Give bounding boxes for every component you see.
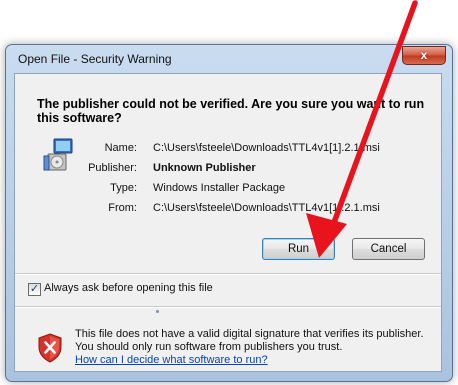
warning-message: This file does not have a valid digital … [75, 328, 425, 367]
always-ask-checkbox[interactable]: ✓ [28, 283, 41, 296]
always-ask-label[interactable]: Always ask before opening this file [44, 282, 213, 294]
from-label: From: [108, 202, 137, 214]
divider [15, 306, 441, 308]
window-title: Open File - Security Warning [18, 52, 172, 66]
type-label: Type: [110, 182, 137, 194]
focus-dot [156, 310, 159, 313]
close-button[interactable]: x [402, 46, 446, 65]
close-icon: x [420, 48, 428, 62]
divider [15, 273, 441, 275]
help-link[interactable]: How can I decide what software to run? [75, 354, 268, 366]
warning-heading: The publisher could not be verified. Are… [37, 97, 425, 125]
name-value: C:\Users\fsteele\Downloads\TTL4v1[1].2.1… [153, 142, 380, 154]
from-value: C:\Users\fsteele\Downloads\TTL4v1[1].2.1… [153, 202, 380, 214]
publisher-value: Unknown Publisher [153, 162, 256, 174]
publisher-label: Publisher: [88, 162, 137, 174]
title-bar[interactable]: Open File - Security Warning x [6, 45, 452, 73]
type-value: Windows Installer Package [153, 182, 286, 194]
shield-warning-icon [38, 333, 62, 363]
warning-text: This file does not have a valid digital … [75, 328, 424, 353]
cancel-button[interactable]: Cancel [352, 238, 425, 260]
security-warning-dialog: Open File - Security Warning x The publi… [5, 44, 453, 382]
dialog-content: The publisher could not be verified. Are… [14, 73, 442, 372]
warning-panel: This file does not have a valid digital … [15, 316, 441, 372]
name-label: Name: [104, 142, 137, 154]
checkmark-icon: ✓ [29, 283, 40, 295]
run-button[interactable]: Run [262, 238, 335, 260]
